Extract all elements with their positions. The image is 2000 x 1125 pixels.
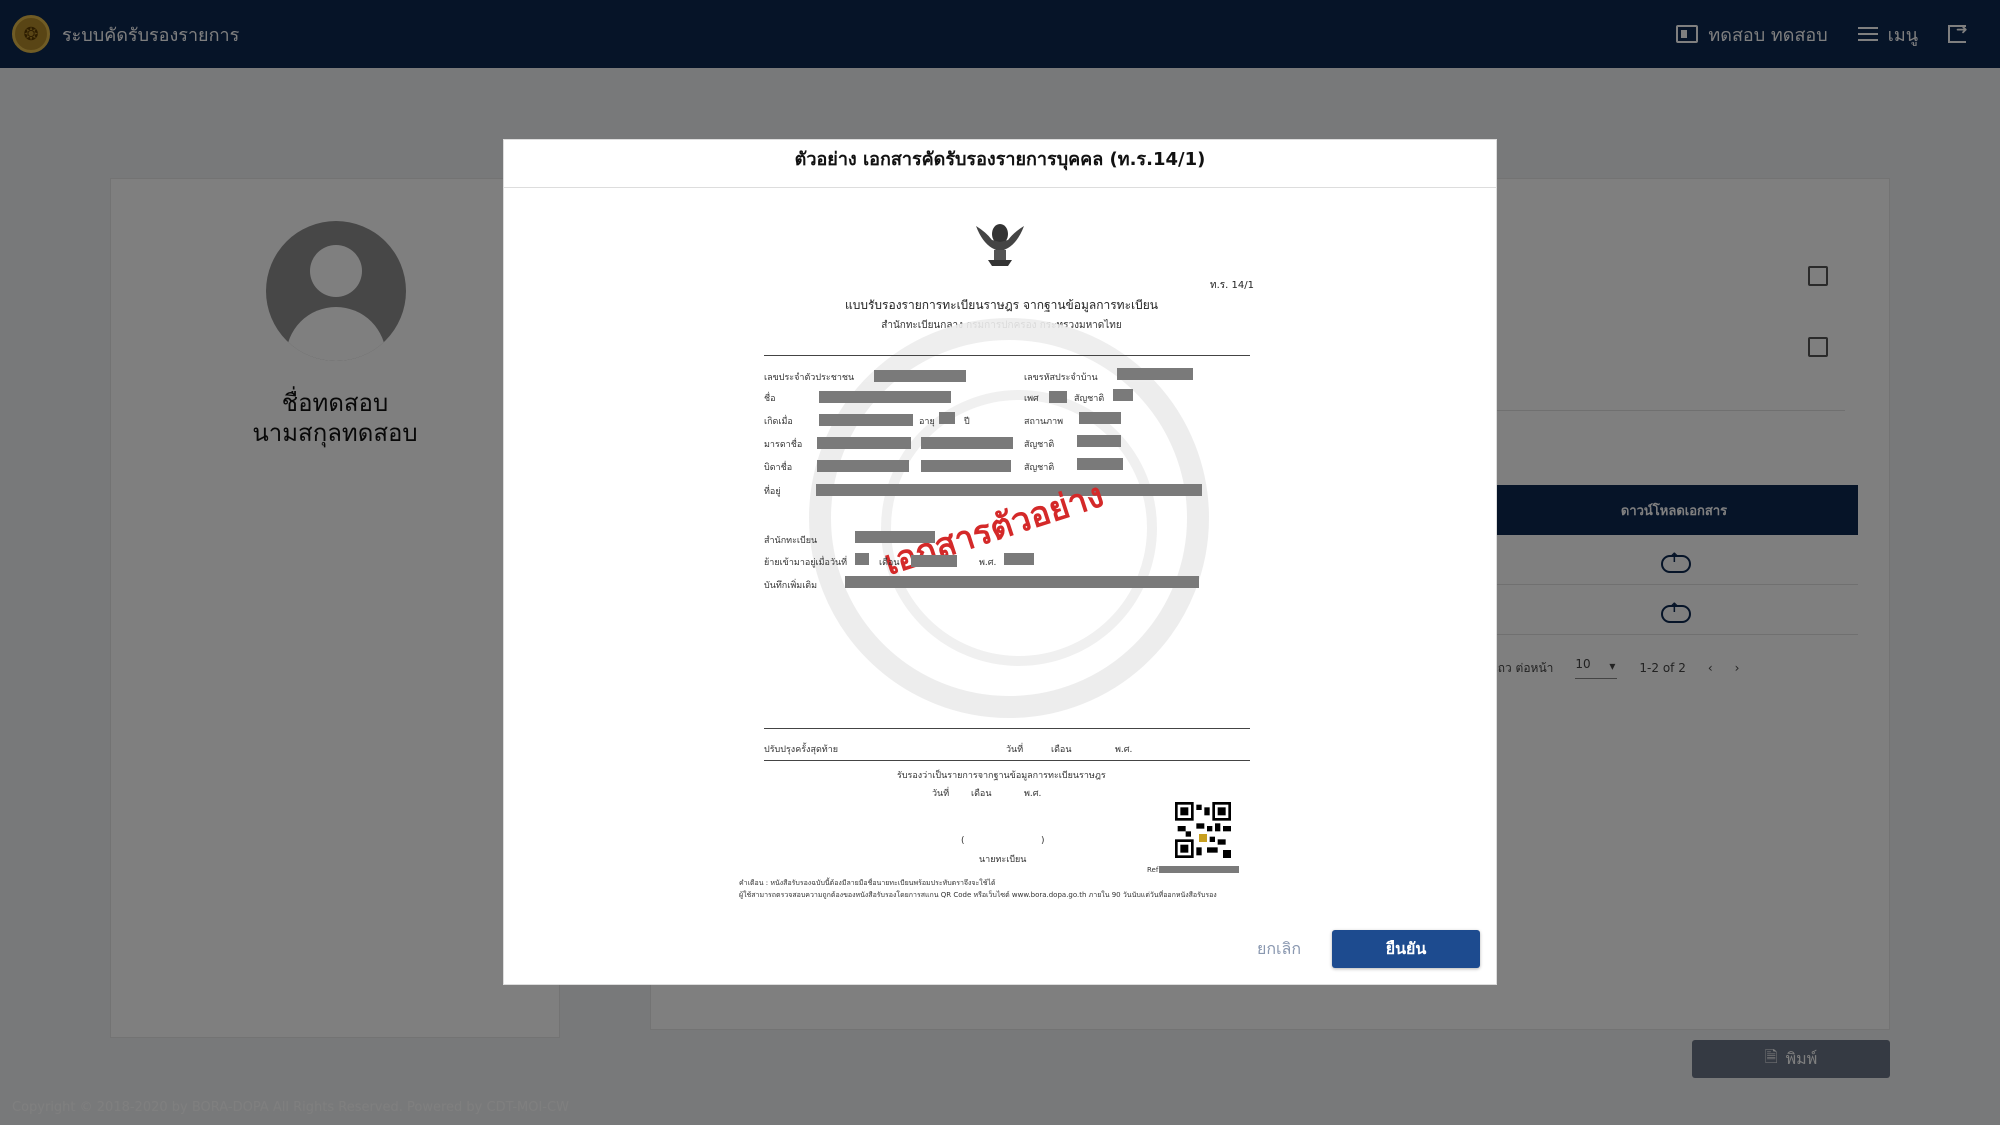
- field-label: เพศ: [1024, 394, 1039, 404]
- field-label: เลขรหัสประจำบ้าน: [1024, 373, 1098, 383]
- redacted-value: [855, 553, 869, 565]
- redacted-value: [819, 391, 951, 403]
- document-heading: แบบรับรองรายการทะเบียนราษฎร จากฐานข้อมูล…: [845, 298, 1158, 312]
- redacted-value: [1049, 391, 1067, 403]
- cancel-button[interactable]: ยกเลิก: [1219, 930, 1339, 968]
- redacted-value: [1117, 368, 1193, 380]
- certify-line: รับรองว่าเป็นรายการจากฐานข้อมูลการทะเบีย…: [897, 771, 1106, 781]
- redacted-value: [817, 460, 909, 472]
- redacted-value: [817, 437, 911, 449]
- redacted-value: [855, 531, 935, 543]
- redacted-value: [874, 370, 966, 382]
- verification-note: ผู้ใช้สามารถตรวจสอบความถูกต้องของหนังสือ…: [739, 891, 1217, 899]
- ref-label: Ref: [1147, 866, 1159, 874]
- field-label: พ.ศ.: [1024, 789, 1042, 799]
- field-label: สถานภาพ: [1024, 417, 1064, 427]
- field-label: สำนักทะเบียน: [764, 536, 818, 546]
- field-label: ย้ายเข้ามาอยู่เมื่อวันที่: [764, 558, 848, 568]
- field-label: ที่อยู่: [764, 487, 781, 497]
- signature-close: ): [1041, 836, 1045, 846]
- redacted-value: [921, 437, 1013, 449]
- divider: [764, 355, 1250, 356]
- warning-note: คำเตือน : หนังสือรับรองฉบับนี้ต้องมีลายม…: [739, 879, 996, 887]
- field-label: พ.ศ.: [979, 558, 997, 568]
- field-label: บันทึกเพิ่มเติม: [764, 581, 818, 591]
- modal-body: ท.ร. 14/1 แบบรับรองรายการทะเบียนราษฎร จา…: [504, 188, 1496, 913]
- field-label: เกิดเมื่อ: [764, 417, 793, 427]
- redacted-value: [1077, 458, 1123, 470]
- signature-open: (: [961, 836, 965, 846]
- field-label: สัญชาติ: [1024, 440, 1055, 450]
- redacted-value: [845, 576, 1199, 588]
- redacted-value: [939, 412, 955, 424]
- redacted-value: [1077, 435, 1121, 447]
- redacted-value: [1004, 553, 1034, 565]
- field-label: พ.ศ.: [1115, 745, 1133, 755]
- field-label: เดือน: [971, 789, 992, 799]
- divider: [764, 728, 1250, 729]
- field-label: ชื่อ: [764, 394, 776, 404]
- confirm-button[interactable]: ยืนยัน: [1332, 930, 1480, 968]
- field-label: บิดาชื่อ: [764, 463, 793, 473]
- field-label: เดือน: [879, 558, 900, 568]
- form-code: ท.ร. 14/1: [1210, 280, 1254, 291]
- preview-modal: ตัวอย่าง เอกสารคัดรับรองรายการบุคคล (ท.ร…: [503, 139, 1497, 985]
- field-label: สัญชาติ: [1024, 463, 1055, 473]
- field-label: อายุ: [919, 417, 935, 427]
- redacted-value: [1113, 389, 1133, 401]
- redacted-value: [911, 555, 957, 567]
- field-label: เลขประจำตัวประชาชน: [764, 373, 855, 383]
- field-label: สัญชาติ: [1074, 394, 1105, 404]
- field-label: วันที่: [1006, 745, 1024, 755]
- field-label: เดือน: [1051, 745, 1072, 755]
- redacted-value: [1159, 866, 1239, 873]
- field-label: มารดาชื่อ: [764, 440, 803, 450]
- modal-title: ตัวอย่าง เอกสารคัดรับรองรายการบุคคล (ท.ร…: [504, 140, 1496, 188]
- qr-code-icon: [1175, 802, 1231, 858]
- redacted-value: [921, 460, 1011, 472]
- sample-document: ท.ร. 14/1 แบบรับรองรายการทะเบียนราษฎร จา…: [739, 188, 1264, 913]
- registrar-label: นายทะเบียน: [979, 855, 1027, 865]
- redacted-value: [819, 414, 913, 426]
- field-label: ปรับปรุงครั้งสุดท้าย: [764, 745, 839, 755]
- redacted-value: [1079, 412, 1121, 424]
- divider: [764, 760, 1250, 761]
- field-label: วันที่: [932, 789, 950, 799]
- field-label: ปี: [964, 417, 970, 427]
- garuda-emblem-icon: [976, 224, 1024, 266]
